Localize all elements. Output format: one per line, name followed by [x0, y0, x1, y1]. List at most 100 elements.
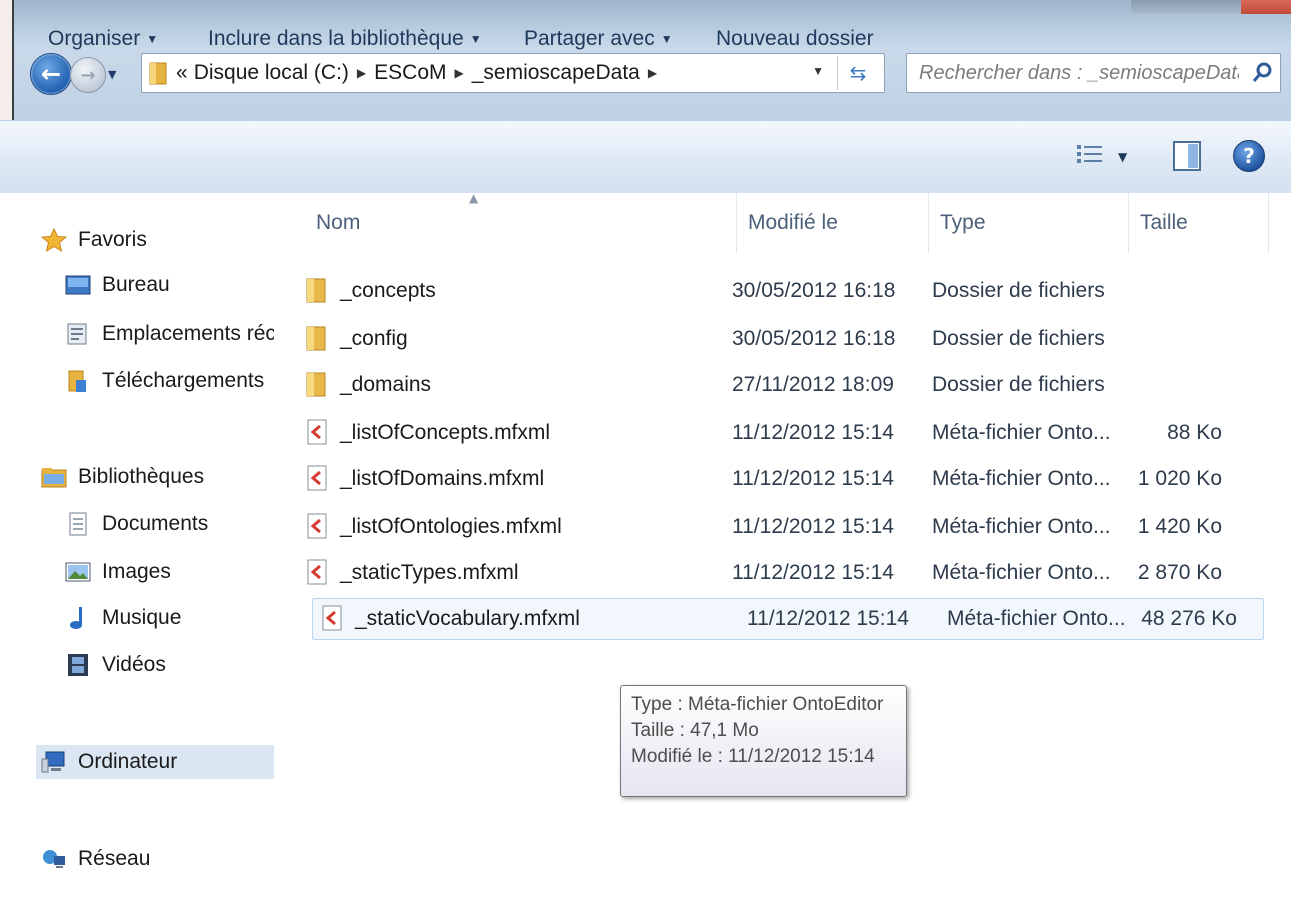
breadcrumb-overflow[interactable]: «	[176, 61, 188, 85]
list-item-hovered[interactable]: _staticVocabulary.mfxml 11/12/2012 15:14…	[312, 598, 1264, 640]
search-input[interactable]	[917, 58, 1241, 88]
nav-label: Emplacements récen	[102, 322, 274, 345]
include-label: Inclure dans la bibliothèque	[208, 27, 464, 50]
address-history-dropdown[interactable]: ▼	[812, 64, 824, 78]
downloads-folder-icon	[68, 370, 86, 392]
column-divider[interactable]	[928, 193, 929, 253]
nav-label: Musique	[102, 606, 182, 629]
video-film-icon	[68, 654, 88, 676]
file-name: _staticVocabulary.mfxml	[355, 607, 580, 630]
list-item[interactable]: _concepts 30/05/2012 16:18 Dossier de fi…	[298, 271, 1248, 311]
network-icon	[43, 850, 65, 868]
navigation-pane: Favoris Bureau Emplacements récen Téléch…	[0, 193, 275, 908]
list-item[interactable]: _listOfDomains.mfxml 11/12/2012 15:14 Mé…	[298, 459, 1248, 499]
file-type: Méta-fichier Onto...	[932, 421, 1111, 444]
breadcrumb-item-escom[interactable]: ESCoM	[374, 61, 446, 85]
breadcrumb-chevron-icon[interactable]: ▶	[648, 66, 657, 80]
nav-label: Bibliothèques	[78, 465, 205, 488]
nav-label: Images	[102, 560, 171, 583]
nav-item-ordinateur[interactable]: Ordinateur	[36, 745, 274, 779]
file-type: Méta-fichier Onto...	[932, 467, 1111, 490]
list-item[interactable]: _staticTypes.mfxml 11/12/2012 15:14 Méta…	[298, 553, 1248, 593]
new-folder-label: Nouveau dossier	[716, 27, 874, 50]
forward-button[interactable]: →	[70, 57, 106, 93]
share-with-button[interactable]: Partager avec ▼	[524, 27, 673, 51]
nav-item-favoris[interactable]: Favoris	[40, 223, 274, 257]
nav-label: Ordinateur	[78, 750, 178, 773]
sort-ascending-icon: ▲	[469, 191, 479, 205]
breadcrumb-item-disque-local[interactable]: Disque local (C:)	[194, 61, 349, 85]
documents-icon	[69, 512, 87, 536]
ontoeditor-file-icon	[307, 465, 327, 491]
view-dropdown-icon[interactable]: ▼	[1118, 150, 1127, 164]
organize-label: Organiser	[48, 27, 141, 50]
file-modified: 11/12/2012 15:14	[732, 421, 894, 444]
column-divider[interactable]	[1268, 193, 1269, 253]
back-button[interactable]: ←	[30, 53, 72, 95]
search-icon[interactable]	[1250, 60, 1276, 86]
folder-icon	[306, 326, 326, 351]
chevron-down-icon: ▼	[469, 32, 482, 47]
refresh-button[interactable]: ⇆	[837, 56, 878, 90]
refresh-icon: ⇆	[849, 62, 867, 85]
nav-item-emplacements-recents[interactable]: Emplacements récen	[64, 317, 274, 351]
new-folder-button[interactable]: Nouveau dossier	[716, 27, 874, 51]
nav-item-bibliotheques[interactable]: Bibliothèques	[40, 460, 274, 494]
nav-item-musique[interactable]: Musique	[64, 601, 274, 635]
file-type: Dossier de fichiers	[932, 279, 1105, 302]
file-size: 1 020 Ko	[1137, 467, 1222, 490]
recent-places-icon	[67, 323, 87, 345]
nav-label: Réseau	[78, 847, 151, 870]
nav-item-documents[interactable]: Documents	[64, 507, 274, 541]
file-modified: 30/05/2012 16:18	[732, 279, 896, 302]
nav-item-videos[interactable]: Vidéos	[64, 648, 274, 682]
file-type: Méta-fichier Onto...	[947, 607, 1126, 630]
nav-item-bureau[interactable]: Bureau	[64, 268, 274, 302]
tooltip-type: Type : Méta-fichier OntoEditor	[631, 694, 884, 715]
nav-item-telechargements[interactable]: Téléchargements	[64, 364, 274, 398]
breadcrumb-chevron-icon[interactable]: ▶	[357, 66, 366, 80]
organize-button[interactable]: Organiser ▼	[48, 27, 158, 51]
view-options-icon[interactable]	[1075, 141, 1105, 171]
breadcrumb-chevron-icon[interactable]: ▶	[455, 66, 464, 80]
list-item[interactable]: _listOfConcepts.mfxml 11/12/2012 15:14 M…	[298, 413, 1248, 453]
arrow-left-icon: ←	[40, 60, 62, 88]
column-header-taille[interactable]: Taille	[1140, 211, 1188, 235]
file-name: _listOfDomains.mfxml	[340, 467, 545, 490]
list-item[interactable]: _config 30/05/2012 16:18 Dossier de fich…	[298, 319, 1248, 359]
file-type: Dossier de fichiers	[932, 373, 1105, 396]
nav-label: Vidéos	[102, 653, 166, 676]
file-type: Méta-fichier Onto...	[932, 561, 1111, 584]
column-header-modifie-le[interactable]: Modifié le	[748, 211, 838, 235]
ontoeditor-file-icon	[307, 419, 327, 445]
folder-icon	[149, 62, 167, 85]
column-header-type[interactable]: Type	[940, 211, 986, 235]
list-item[interactable]: _listOfOntologies.mfxml 11/12/2012 15:14…	[298, 507, 1248, 547]
file-name: _staticTypes.mfxml	[340, 561, 519, 584]
libraries-icon	[41, 468, 67, 488]
close-button[interactable]	[1241, 0, 1291, 14]
star-icon	[40, 227, 68, 253]
search-box[interactable]	[906, 53, 1281, 93]
address-bar[interactable]: « Disque local (C:) ▶ ESCoM ▶ _semioscap…	[141, 53, 885, 93]
nav-label: Téléchargements	[102, 369, 265, 392]
column-divider[interactable]	[736, 193, 737, 253]
column-header-nom[interactable]: Nom	[316, 211, 360, 235]
file-size: 1 420 Ko	[1137, 515, 1222, 538]
preview-pane-icon[interactable]	[1172, 140, 1202, 172]
file-modified: 27/11/2012 18:09	[732, 373, 894, 396]
include-in-library-button[interactable]: Inclure dans la bibliothèque ▼	[208, 27, 482, 51]
nav-item-images[interactable]: Images	[64, 555, 274, 589]
recent-pages-dropdown[interactable]: ▼	[108, 68, 116, 81]
nav-label: Documents	[102, 512, 209, 535]
share-label: Partager avec	[524, 27, 655, 50]
list-item[interactable]: _domains 27/11/2012 18:09 Dossier de fic…	[298, 365, 1248, 405]
breadcrumb-item-semioscapedata[interactable]: _semioscapeData	[472, 61, 640, 85]
file-name: _concepts	[340, 279, 436, 302]
column-divider[interactable]	[1128, 193, 1129, 253]
tooltip-size: Taille : 47,1 Mo	[631, 720, 759, 741]
nav-label: Favoris	[78, 228, 147, 251]
nav-item-reseau[interactable]: Réseau	[40, 842, 274, 876]
help-icon[interactable]: ?	[1233, 140, 1265, 172]
file-modified: 11/12/2012 15:14	[732, 467, 894, 490]
